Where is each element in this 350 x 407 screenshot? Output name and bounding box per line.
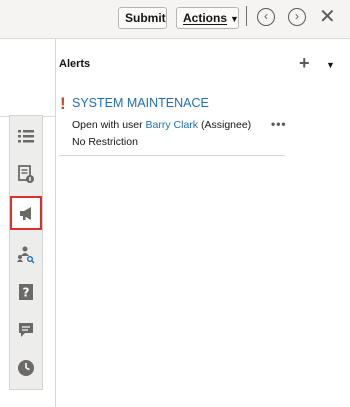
alert-megaphone-icon[interactable] [10, 196, 42, 230]
actions-label: Actions [183, 11, 228, 25]
comment-icon[interactable] [14, 318, 38, 342]
help-icon[interactable]: ? [14, 280, 38, 304]
document-info-icon[interactable] [14, 162, 38, 186]
status-prefix: Open with user [72, 119, 143, 131]
alert-item: ! SYSTEM MAINTENACE Open with user Barry… [59, 94, 287, 156]
toolbar-divider [246, 6, 247, 26]
chevron-left-circle-icon[interactable]: ‹ [257, 8, 275, 26]
actions-menu-button[interactable]: Actions ▼ [176, 7, 239, 29]
panel-title: Alerts [59, 58, 91, 70]
chevron-down-icon[interactable]: ▼ [326, 60, 335, 70]
alert-title-link[interactable]: SYSTEM MAINTENACE [72, 96, 209, 110]
assignee-role: (Assignee) [200, 119, 252, 131]
assignee-link[interactable]: Barry Clark [146, 119, 199, 131]
chevron-down-icon: ▼ [230, 14, 239, 24]
page-header: Submit Actions ▼ ‹ › ✕ [0, 0, 350, 39]
more-options-icon[interactable]: ••• [271, 117, 287, 131]
submit-button[interactable]: Submit [118, 7, 167, 29]
add-icon[interactable]: + [299, 54, 310, 72]
warning-icon: ! [60, 94, 66, 113]
alerts-panel: Alerts + ▼ ! SYSTEM MAINTENACE Open with… [56, 39, 350, 407]
list-icon[interactable] [14, 124, 38, 148]
clock-icon[interactable] [14, 356, 38, 380]
alert-restriction: No Restriction [72, 136, 138, 148]
people-search-icon[interactable] [14, 242, 38, 266]
close-icon[interactable]: ✕ [319, 6, 336, 28]
chevron-right-circle-icon[interactable]: › [288, 8, 306, 26]
alert-status: Open with user Barry Clark (Assignee) [72, 119, 251, 131]
svg-text:?: ? [23, 286, 30, 300]
side-icon-rail: ? [9, 115, 43, 390]
